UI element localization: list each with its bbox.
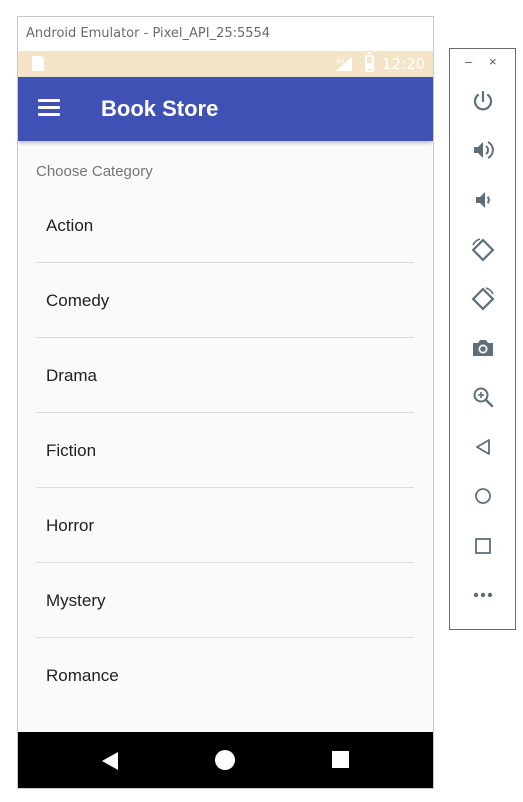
- rotate-left-icon: [471, 238, 494, 262]
- minimize-button[interactable]: –: [465, 54, 472, 69]
- camera-icon: [472, 340, 493, 356]
- app-title: Book Store: [101, 96, 219, 121]
- close-button[interactable]: ×: [489, 54, 497, 69]
- zoom-icon: [473, 387, 493, 408]
- list-item[interactable]: Mystery: [36, 563, 414, 638]
- hamburger-menu-icon[interactable]: [38, 99, 62, 119]
- list-item[interactable]: Horror: [36, 488, 414, 563]
- list-item[interactable]: Drama: [36, 338, 414, 413]
- signal-icon: 4G: [336, 57, 352, 71]
- screenshot-button[interactable]: [450, 328, 515, 368]
- rotate-left-button[interactable]: [450, 230, 515, 270]
- more-button[interactable]: [450, 575, 515, 615]
- power-icon: [473, 90, 492, 111]
- list-item[interactable]: Action: [36, 189, 414, 263]
- back-icon[interactable]: [101, 751, 119, 771]
- status-bar: 4G 12:20: [18, 51, 433, 77]
- emulator-window: Android Emulator - Pixel_API_25:5554 4G …: [17, 16, 434, 789]
- battery-icon: [365, 52, 374, 72]
- volume-up-icon: [473, 141, 494, 159]
- volume-up-button[interactable]: [450, 130, 515, 170]
- rotate-right-button[interactable]: [450, 279, 515, 319]
- volume-down-icon: [475, 192, 490, 208]
- app-bar: Book Store: [18, 77, 433, 141]
- zoom-button[interactable]: [450, 377, 515, 417]
- home-icon: [474, 488, 491, 504]
- list-item[interactable]: Comedy: [36, 263, 414, 338]
- toolbar-overview-button[interactable]: [450, 526, 515, 566]
- list-item[interactable]: Fiction: [36, 413, 414, 488]
- power-button[interactable]: [450, 81, 515, 121]
- emulator-side-toolbar: – ×: [449, 48, 516, 630]
- back-icon: [475, 439, 490, 455]
- window-title: Android Emulator - Pixel_API_25:5554: [18, 17, 433, 51]
- svg-text:4G: 4G: [336, 58, 345, 65]
- status-clock: 12:20: [382, 55, 426, 73]
- toolbar-back-button[interactable]: [450, 427, 515, 467]
- recents-icon[interactable]: [332, 751, 349, 768]
- rotate-right-icon: [471, 287, 494, 311]
- category-list: Action Comedy Drama Fiction Horror Myste…: [36, 189, 414, 713]
- overview-icon: [474, 538, 491, 554]
- navigation-bar: [18, 732, 433, 788]
- section-header: Choose Category: [36, 163, 153, 180]
- toolbar-home-button[interactable]: [450, 476, 515, 516]
- more-icon: [473, 592, 492, 598]
- volume-down-button[interactable]: [450, 180, 515, 220]
- sd-card-icon: [32, 56, 44, 71]
- list-item[interactable]: Romance: [36, 638, 414, 713]
- toolbar-window-controls: – ×: [450, 54, 515, 74]
- home-icon[interactable]: [215, 750, 235, 770]
